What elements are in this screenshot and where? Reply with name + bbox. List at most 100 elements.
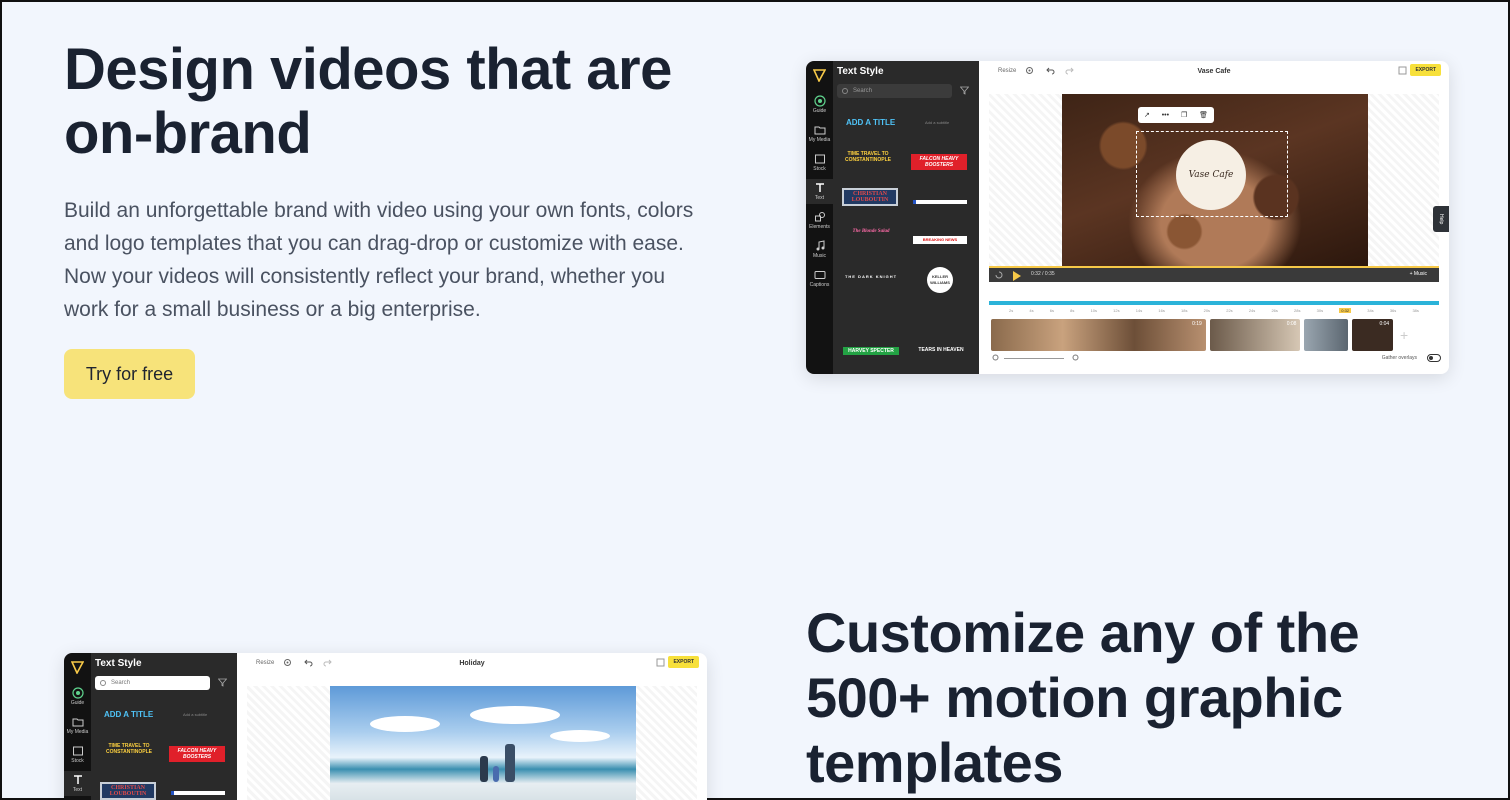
add-clip-icon[interactable]: + <box>1397 319 1411 351</box>
timeline-clip[interactable]: 0:08 <box>1209 319 1301 351</box>
template-tile[interactable]: TEARS IN HEAVEN <box>913 347 969 353</box>
duplicate-icon[interactable]: ❐ <box>1181 111 1187 119</box>
gather-overlays-label: Gather overlays <box>1381 355 1417 361</box>
template-tile[interactable] <box>171 791 225 795</box>
panel-title: Text Style <box>837 66 884 77</box>
more-icon[interactable]: ••• <box>1162 112 1169 119</box>
editor-toolbar: Resize Holiday EXPORT <box>237 653 707 679</box>
gather-overlays-toggle[interactable] <box>1427 354 1441 362</box>
rail-item-guide[interactable]: Guide <box>64 684 91 709</box>
video-stage: ↗ ••• ❐ 🗑 Vase Cafe <box>989 94 1439 266</box>
beach-family-video-frame[interactable] <box>330 686 636 800</box>
try-for-free-button[interactable]: Try for free <box>64 349 195 399</box>
person-figure <box>493 766 499 782</box>
timeline-clip[interactable]: 0:19 <box>991 319 1206 351</box>
filter-icon[interactable] <box>960 86 969 95</box>
app-logo-icon <box>813 69 826 82</box>
rail-item-text[interactable]: Text <box>806 179 833 204</box>
add-title-tile[interactable]: ADD A TITLE <box>104 710 153 719</box>
save-icon[interactable] <box>1398 66 1407 75</box>
template-tile[interactable]: TIME TRAVEL TO CONSTANTINOPLE <box>843 151 893 163</box>
text-style-panel: Text Style Search ADD A TITLE Add a subt… <box>833 61 979 374</box>
music-note-icon <box>816 240 824 251</box>
export-button[interactable]: EXPORT <box>668 656 699 668</box>
add-title-tile[interactable]: ADD A TITLE <box>846 118 895 127</box>
template-tile[interactable]: CHRISTIAN LOUBOUTIN <box>100 782 156 800</box>
rail-item-stock[interactable]: Stock <box>806 150 833 175</box>
elements-icon <box>814 212 825 222</box>
text-style-panel: Text Style Search ADD A TITLE Add a subt… <box>91 653 237 800</box>
search-input[interactable]: Search <box>95 676 210 690</box>
template-tile[interactable]: TIME TRAVEL TO CONSTANTINOPLE <box>101 743 157 755</box>
template-tile[interactable]: The Blonde Salad <box>843 229 899 235</box>
zoom-out-icon[interactable] <box>992 354 1000 362</box>
rail-item-my-media[interactable]: My Media <box>806 121 833 146</box>
editor-preview-holiday: Guide My Media Stock Text Text Style Sea… <box>64 653 707 800</box>
player-bar: 0:32 / 0:35 + Music <box>989 266 1439 282</box>
rail-item-elements[interactable]: Elements <box>806 208 833 233</box>
template-tile[interactable]: FALCON HEAVY BOOSTERS <box>169 746 225 762</box>
timeline-clips: 0:19 0:08 0:04 + <box>991 319 1411 351</box>
rail-item-guide[interactable]: Guide <box>806 92 833 117</box>
template-tile[interactable]: HARVEY SPECTER <box>843 347 899 355</box>
rail-item-music[interactable]: Music <box>806 237 833 262</box>
section2-title: Customize any of the 500+ motion graphic… <box>806 601 1360 794</box>
rail-item-captions[interactable]: Captions <box>806 266 833 291</box>
stock-icon <box>814 154 825 164</box>
replay-icon[interactable] <box>995 271 1003 279</box>
guide-icon <box>71 687 84 699</box>
rail-item-text[interactable]: Text <box>64 771 91 796</box>
guide-icon <box>813 95 826 107</box>
timeline-clip[interactable]: 0:04 <box>1351 319 1394 351</box>
hero-title: Design videos that are on-brand <box>64 37 672 166</box>
play-icon[interactable] <box>1013 271 1021 281</box>
template-tile[interactable]: CHRISTIAN LOUBOUTIN <box>842 188 898 206</box>
timeline-track[interactable] <box>989 301 1439 305</box>
folder-icon <box>72 718 83 727</box>
panel-title: Text Style <box>95 658 142 669</box>
vase-cafe-logo[interactable]: Vase Cafe <box>1176 140 1246 210</box>
template-tile[interactable] <box>913 200 967 204</box>
timeline-ticks: 2s 4s 6s 8s 10s 12s 14s 16s 18s 20s 22s … <box>1009 308 1419 313</box>
project-name: Holiday <box>459 660 485 667</box>
coffee-beans-video-frame[interactable]: ↗ ••• ❐ 🗑 Vase Cafe <box>1062 94 1368 266</box>
project-name: Vase Cafe <box>1197 68 1231 75</box>
share-icon[interactable]: ↗ <box>1144 111 1150 119</box>
search-icon <box>842 88 848 94</box>
export-button[interactable]: EXPORT <box>1410 64 1441 76</box>
player-time: 0:32 / 0:35 <box>1031 271 1055 277</box>
person-figure <box>505 744 515 782</box>
editor-preview-vase-cafe: Guide My Media Stock Text Elements Music… <box>806 61 1449 374</box>
text-icon <box>815 183 824 192</box>
add-subtitle-tile[interactable]: Add a subtitle <box>183 712 207 717</box>
rail-item-stock[interactable]: Stock <box>64 742 91 767</box>
search-icon <box>100 680 106 686</box>
editor-toolbar: Resize Vase Cafe EXPORT <box>979 61 1449 87</box>
captions-icon <box>814 271 825 279</box>
add-music-button[interactable]: + Music <box>1410 271 1427 277</box>
filter-icon[interactable] <box>218 678 227 687</box>
editor-sidebar-rail: Guide My Media Stock Text <box>64 653 91 800</box>
template-tile[interactable]: THE DARK KNIGHT <box>843 274 899 280</box>
template-tile[interactable]: BREAKING NEWS <box>913 236 967 244</box>
template-tile[interactable]: FALCON HEAVY BOOSTERS <box>911 154 967 170</box>
rail-item-my-media[interactable]: My Media <box>64 713 91 738</box>
search-input[interactable]: Search <box>837 84 952 98</box>
add-subtitle-tile[interactable]: Add a subtitle <box>925 120 949 125</box>
editor-sidebar-rail: Guide My Media Stock Text Elements Music… <box>806 61 833 374</box>
help-tab[interactable]: Help <box>1433 206 1449 232</box>
timeline-zoom[interactable] <box>992 354 1082 362</box>
selection-toolbar: ↗ ••• ❐ 🗑 <box>1138 107 1214 123</box>
save-icon[interactable] <box>656 658 665 667</box>
person-figure <box>480 756 488 782</box>
stock-icon <box>72 746 83 756</box>
template-tile[interactable]: KELLER WILLIAMS <box>927 267 953 293</box>
hero-description: Build an unforgettable brand with video … <box>64 199 694 321</box>
text-icon <box>73 775 82 784</box>
video-stage <box>247 686 697 800</box>
trash-icon[interactable]: 🗑 <box>1199 111 1208 119</box>
app-logo-icon <box>71 661 84 674</box>
timeline-clip[interactable] <box>1304 319 1348 351</box>
zoom-in-icon[interactable] <box>1072 354 1080 362</box>
folder-icon <box>814 126 825 135</box>
